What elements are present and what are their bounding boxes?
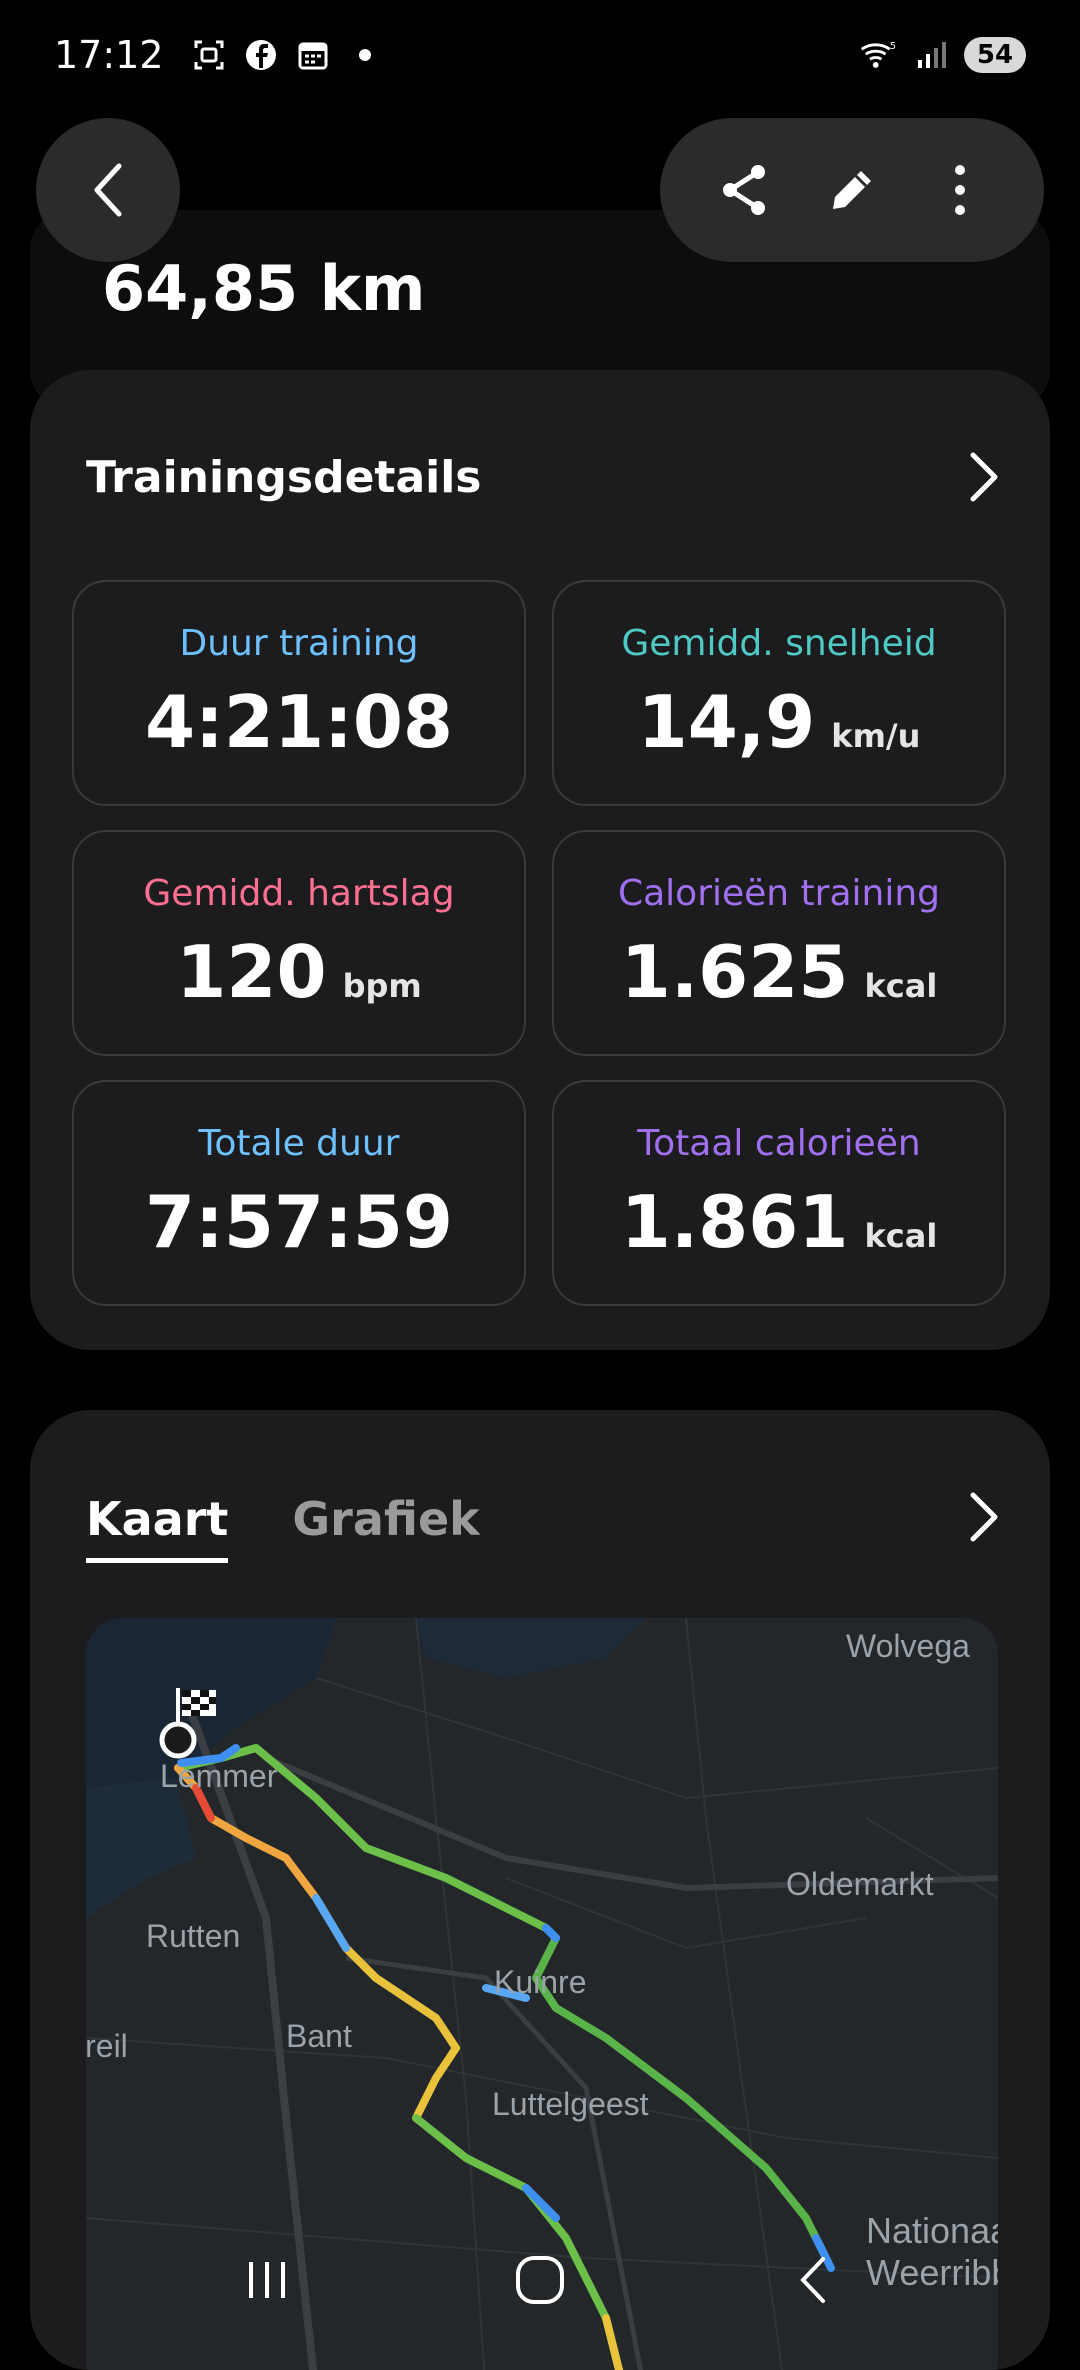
back-arrow-icon xyxy=(94,163,122,217)
stat-label: Calorieën training xyxy=(617,872,941,914)
map-place-label: Oldemarkt xyxy=(786,1866,934,1902)
stat-unit: bpm xyxy=(342,966,422,1005)
status-bar: 17:12 5 54 xyxy=(0,0,1080,110)
back-button[interactable] xyxy=(36,118,180,262)
map-place-label: Wolvega xyxy=(846,1628,970,1664)
map-place-label: Rutten xyxy=(146,1918,241,1954)
status-time: 17:12 xyxy=(54,33,164,77)
map-place-label: Luttelgeest xyxy=(492,2086,649,2122)
total-distance: 64,85 km xyxy=(102,252,426,325)
home-button[interactable] xyxy=(500,2240,580,2320)
share-icon xyxy=(723,165,765,215)
stat-label: Gemidd. hartslag xyxy=(143,872,455,914)
pencil-icon xyxy=(833,171,871,209)
calendar-icon xyxy=(294,36,332,74)
chevron-right-icon xyxy=(970,1492,998,1542)
more-vertical-icon xyxy=(955,165,965,215)
map-open-button[interactable] xyxy=(948,1482,1018,1552)
recent-apps-button[interactable] xyxy=(227,2240,307,2320)
notification-icons xyxy=(190,36,384,74)
system-back-button[interactable] xyxy=(773,2240,853,2320)
wifi-icon: 5 xyxy=(860,36,898,74)
action-toolbar xyxy=(660,118,1044,262)
tab-map[interactable]: Kaart xyxy=(86,1492,229,1563)
stat-value: 14,9 xyxy=(637,679,816,764)
details-open-button[interactable] xyxy=(948,442,1018,512)
stat-total-calories: Totaal calorieën 1.861 kcal xyxy=(552,1080,1006,1306)
recent-apps-icon xyxy=(248,2262,285,2298)
training-details-card: Trainingsdetails Duur training 4:21:08 G… xyxy=(30,370,1050,1350)
map-place-label: Bant xyxy=(286,2018,352,2054)
stat-avg-speed: Gemidd. snelheid 14,9 km/u xyxy=(552,580,1006,806)
stat-value: 120 xyxy=(176,929,327,1014)
map-place-label: Kuinre xyxy=(494,1964,587,2000)
stat-total-duration: Totale duur 7:57:59 xyxy=(72,1080,526,1306)
tab-graph[interactable]: Grafiek xyxy=(292,1492,479,1563)
back-icon xyxy=(800,2257,826,2303)
stat-unit: kcal xyxy=(864,966,938,1005)
stat-avg-heart-rate: Gemidd. hartslag 120 bpm xyxy=(72,830,526,1056)
stat-unit: kcal xyxy=(864,1216,938,1255)
dot-icon xyxy=(346,36,384,74)
map-tabs: Kaart Grafiek xyxy=(86,1492,480,1563)
signal-icon xyxy=(912,36,950,74)
edit-button[interactable] xyxy=(807,145,897,235)
more-options-button[interactable] xyxy=(915,145,1005,235)
stat-label: Totale duur xyxy=(198,1122,400,1164)
stat-value: 1.625 xyxy=(620,929,849,1014)
home-icon xyxy=(515,2256,564,2304)
stat-value: 4:21:08 xyxy=(144,679,454,764)
stat-label: Totaal calorieën xyxy=(637,1122,921,1164)
stat-duration: Duur training 4:21:08 xyxy=(72,580,526,806)
stat-label: Duur training xyxy=(179,622,419,664)
share-button[interactable] xyxy=(699,145,789,235)
system-status: 5 54 xyxy=(860,36,1026,74)
chevron-right-icon xyxy=(970,452,998,502)
map-place-label: Creil xyxy=(86,2028,128,2064)
stat-value: 1.861 xyxy=(620,1179,849,1264)
battery-indicator: 54 xyxy=(964,37,1026,73)
screenshot-icon xyxy=(190,36,228,74)
svg-text:5: 5 xyxy=(890,41,896,52)
details-title: Trainingsdetails xyxy=(86,452,482,503)
stat-training-calories: Calorieën training 1.625 kcal xyxy=(552,830,1006,1056)
system-navigation-bar xyxy=(0,2220,1080,2340)
stat-unit: km/u xyxy=(831,716,921,755)
facebook-icon xyxy=(242,36,280,74)
stat-label: Gemidd. snelheid xyxy=(621,622,937,664)
map-place-label: Lemmer xyxy=(160,1758,278,1794)
stat-value: 7:57:59 xyxy=(144,1179,454,1264)
